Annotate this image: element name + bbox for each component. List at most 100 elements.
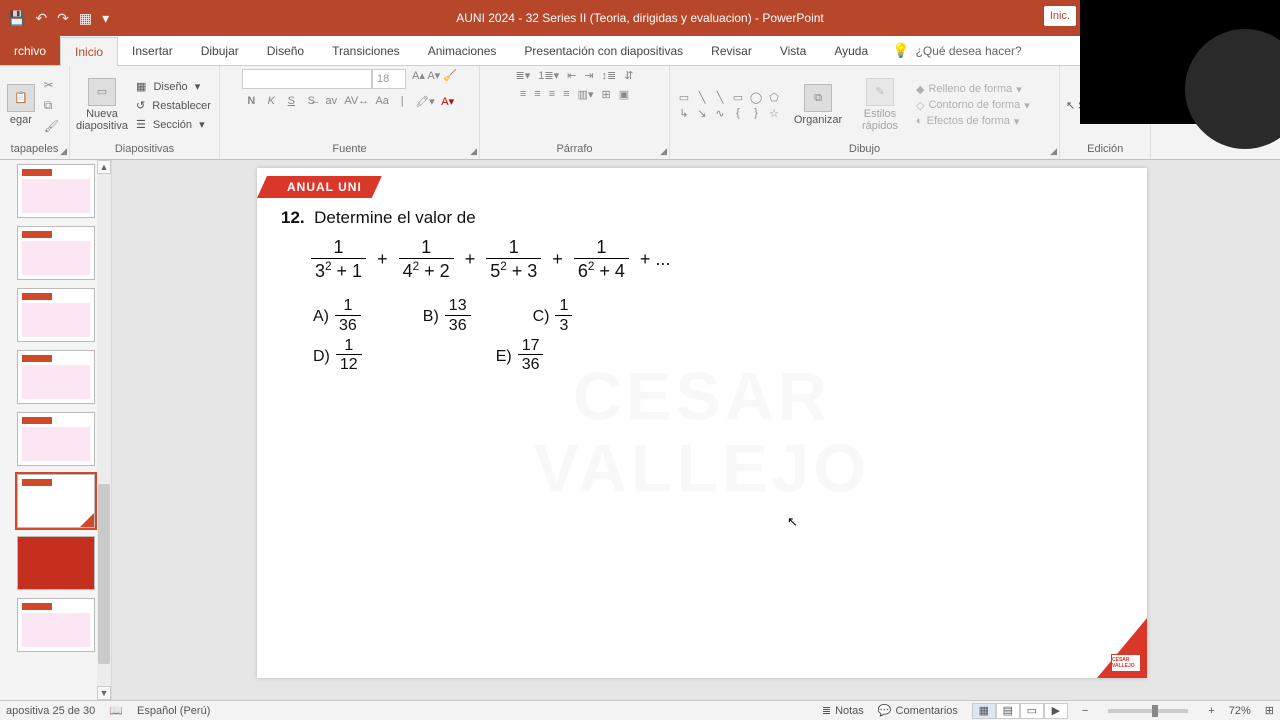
undo-icon[interactable]: ↶ — [35, 10, 47, 27]
font-launcher-icon[interactable]: ◢ — [470, 146, 477, 157]
zoom-out-button[interactable]: − — [1082, 705, 1088, 717]
slide-thumbnail[interactable] — [17, 226, 95, 280]
slide-thumbnail[interactable] — [17, 350, 95, 404]
arrange-button[interactable]: ⧉ Organizar — [792, 84, 844, 126]
clipboard-launcher-icon[interactable]: ◢ — [60, 146, 67, 157]
shape-fill-button[interactable]: ◆ Relleno de forma ▾ — [916, 83, 1030, 96]
tab-animaciones[interactable]: Animaciones — [414, 36, 511, 65]
line-spacing-button[interactable]: ↕≣ — [602, 69, 617, 82]
slide[interactable]: ANUAL UNI CESAR VALLEJO 12. Determine el… — [257, 168, 1147, 678]
tab-revisar[interactable]: Revisar — [697, 36, 766, 65]
tab-vista[interactable]: Vista — [766, 36, 820, 65]
drawing-launcher-icon[interactable]: ◢ — [1050, 146, 1057, 157]
spellcheck-icon[interactable]: 📖 — [109, 704, 123, 717]
bold-button[interactable]: N — [244, 95, 258, 108]
slide-thumbnail[interactable] — [17, 412, 95, 466]
language-indicator[interactable]: Español (Perú) — [137, 705, 210, 717]
format-painter-icon[interactable]: 🖌 — [40, 118, 63, 134]
tab-dibujar[interactable]: Dibujar — [187, 36, 253, 65]
tab-file[interactable]: rchivo — [0, 36, 60, 65]
reset-button[interactable]: ↺ Restablecer — [132, 98, 219, 113]
tab-diseno[interactable]: Diseño — [253, 36, 318, 65]
slideshow-view-button[interactable]: ▶ — [1044, 703, 1068, 719]
font-color-highlight-icon[interactable]: 🖍▾ — [415, 95, 435, 108]
zoom-slider[interactable] — [1108, 709, 1188, 713]
char-spacing-button[interactable]: AV↔ — [344, 95, 369, 108]
zoom-in-button[interactable]: + — [1208, 705, 1214, 717]
columns-button[interactable]: ▥▾ — [578, 88, 594, 101]
status-bar: apositiva 25 de 30 📖 Español (Perú) ≣ No… — [0, 700, 1280, 720]
italic-button[interactable]: K — [264, 95, 278, 108]
arrange-icon: ⧉ — [804, 84, 832, 112]
webcam-overlay — [1080, 0, 1280, 124]
text-direction-button[interactable]: ⇵ — [624, 69, 633, 82]
scroll-thumb[interactable] — [98, 484, 110, 664]
align-text-button[interactable]: ⊞ — [601, 88, 610, 101]
section-button[interactable]: ☰ Sección ▾ — [132, 117, 219, 132]
normal-view-button[interactable]: ▦ — [972, 703, 996, 719]
tab-presentacion[interactable]: Presentación con diapositivas — [510, 36, 697, 65]
tab-inicio[interactable]: Inicio — [60, 37, 118, 66]
paragraph-launcher-icon[interactable]: ◢ — [660, 146, 667, 157]
copy-icon[interactable]: ⧉ — [40, 97, 63, 114]
save-icon[interactable]: 💾 — [8, 10, 25, 27]
comments-button[interactable]: 💬 Comentarios — [878, 704, 958, 717]
slide-thumbnail[interactable] — [17, 598, 95, 652]
slide-counter[interactable]: apositiva 25 de 30 — [6, 705, 95, 717]
justify-button[interactable]: ≡ — [563, 88, 569, 101]
smartart-button[interactable]: ▣ — [619, 88, 629, 101]
notes-button[interactable]: ≣ Notas — [822, 704, 864, 717]
scroll-up-icon[interactable]: ▲ — [97, 160, 111, 174]
cut-icon[interactable]: ✂ — [40, 77, 63, 93]
shape-effects-button[interactable]: ◐ Efectos de forma ▾ — [916, 115, 1030, 128]
scroll-down-icon[interactable]: ▼ — [97, 686, 111, 700]
fit-to-window-button[interactable]: ⊞ — [1265, 704, 1274, 717]
quick-access-toolbar: 💾 ↶ ↷ ▦ ▾ — [8, 10, 109, 27]
numbering-button[interactable]: 1≣▾ — [538, 69, 559, 82]
answer-options: A) 136 B) 1336 C) 13 D) 112 E) 1736 — [313, 297, 674, 376]
tab-transiciones[interactable]: Transiciones — [318, 36, 414, 65]
align-left-button[interactable]: ≡ — [520, 88, 526, 101]
paste-button[interactable]: 📋 egar — [6, 84, 36, 126]
zoom-level[interactable]: 72% — [1229, 705, 1251, 717]
increase-indent-button[interactable]: ⇥ — [584, 69, 593, 82]
clipboard-icon: 📋 — [7, 84, 35, 112]
group-label-clipboard: tapapeles — [6, 141, 63, 157]
tab-insertar[interactable]: Insertar — [118, 36, 187, 65]
slide-thumbnail[interactable] — [17, 164, 95, 218]
option-a: A) 136 — [313, 297, 363, 336]
slide-canvas-area[interactable]: ANUAL UNI CESAR VALLEJO 12. Determine el… — [112, 160, 1280, 700]
redo-icon[interactable]: ↷ — [57, 10, 69, 27]
thumbnail-scrollbar[interactable]: ▲ ▼ — [97, 160, 111, 700]
align-right-button[interactable]: ≡ — [549, 88, 555, 101]
bullets-button[interactable]: ≣▾ — [516, 69, 531, 82]
slide-thumbnail-current[interactable] — [17, 474, 95, 528]
align-center-button[interactable]: ≡ — [534, 88, 540, 101]
workspace: ▲ ▼ ANUAL UNI CESAR VALLEJO 12. Determin… — [0, 160, 1280, 700]
underline-button[interactable]: S — [284, 95, 298, 108]
option-b: B) 1336 — [423, 297, 473, 336]
sorter-view-button[interactable]: ▤ — [996, 703, 1020, 719]
change-case-button[interactable]: Aa — [375, 95, 389, 108]
tell-me-search[interactable]: 💡 ¿Qué desea hacer? — [892, 36, 1022, 65]
font-name-combo[interactable] — [242, 69, 372, 89]
reading-view-button[interactable]: ▭ — [1020, 703, 1044, 719]
shape-outline-button[interactable]: ◇ Contorno de forma ▾ — [916, 99, 1030, 112]
shapes-gallery[interactable]: ▭╲╲▭◯⬠ ↳↘∿{}☆ — [676, 90, 782, 120]
customize-qat-icon[interactable]: ▾ — [102, 10, 109, 27]
shadow-button[interactable]: av — [324, 95, 338, 108]
slide-thumbnail[interactable] — [17, 536, 95, 590]
layout-button[interactable]: ▦ Diseño ▾ — [132, 79, 219, 94]
font-color-button[interactable]: A▾ — [441, 95, 455, 108]
window-title: AUNI 2024 - 32 Series II (Teoria, dirigi… — [456, 11, 824, 25]
series-expression: 132 + 1 + 142 + 2 + 152 + 3 + 162 + 4 + … — [309, 238, 674, 283]
sign-in-chip[interactable]: Inic. — [1044, 6, 1076, 26]
present-from-beginning-icon[interactable]: ▦ — [79, 10, 92, 27]
font-size-combo[interactable] — [372, 69, 406, 89]
quick-styles-button[interactable]: ✎ Estilos rápidos — [854, 78, 906, 132]
slide-thumbnail[interactable] — [17, 288, 95, 342]
strike-button[interactable]: S̶ — [304, 95, 318, 108]
tab-ayuda[interactable]: Ayuda — [820, 36, 882, 65]
new-slide-button[interactable]: ▭ Nueva diapositiva — [76, 78, 128, 132]
decrease-indent-button[interactable]: ⇤ — [567, 69, 576, 82]
